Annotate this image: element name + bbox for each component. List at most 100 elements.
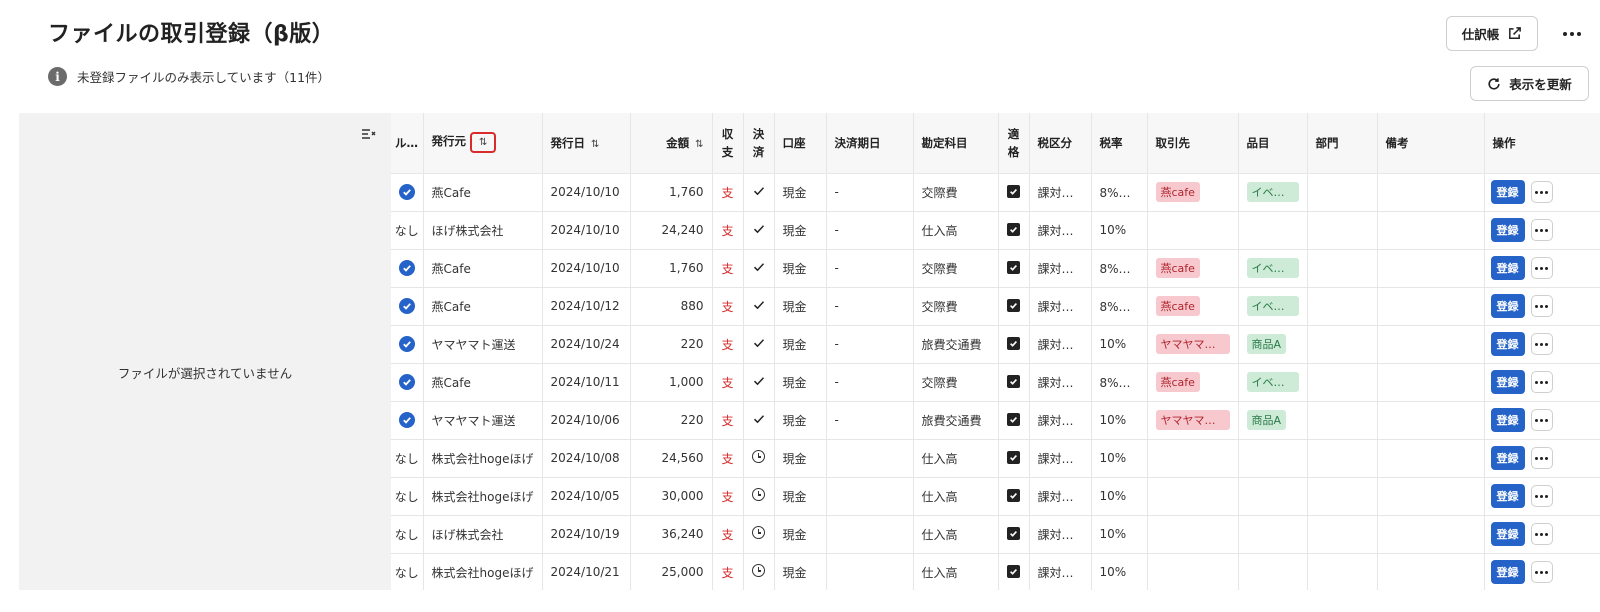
account-cell[interactable]: 現金 bbox=[774, 211, 827, 250]
table-row[interactable]: なし ほげ株式会社 2024/10/10 24,240 支現金 - 仕入高 課対仕… 10% 登録 bbox=[391, 211, 1600, 250]
amount-cell[interactable]: 880 bbox=[630, 287, 713, 326]
issuer-cell[interactable]: ヤマヤマト運送 bbox=[423, 401, 543, 440]
tax-category-cell[interactable]: 課対仕… bbox=[1029, 439, 1092, 478]
subject-cell[interactable]: 交際費 bbox=[913, 363, 999, 402]
row-more-button[interactable] bbox=[1530, 485, 1553, 507]
header-date[interactable]: 発行日 ⇅ bbox=[542, 113, 631, 174]
qualified-checkbox[interactable] bbox=[1007, 565, 1020, 578]
date-cell[interactable]: 2024/10/11 bbox=[542, 363, 631, 402]
memo-cell[interactable] bbox=[1377, 439, 1485, 478]
memo-cell[interactable] bbox=[1377, 401, 1485, 440]
row-more-button[interactable] bbox=[1530, 295, 1553, 317]
tax-rate-cell[interactable]: 8%（… bbox=[1091, 363, 1148, 402]
row-more-button[interactable] bbox=[1530, 333, 1553, 355]
partner-cell[interactable]: 燕cafe bbox=[1147, 363, 1239, 402]
date-cell[interactable]: 2024/10/10 bbox=[542, 173, 631, 212]
date-cell[interactable]: 2024/10/12 bbox=[542, 287, 631, 326]
due-date-cell[interactable]: - bbox=[826, 287, 914, 326]
item-cell[interactable]: 商品A bbox=[1238, 401, 1308, 440]
memo-cell[interactable] bbox=[1377, 249, 1485, 288]
qualified-checkbox[interactable] bbox=[1007, 527, 1020, 540]
account-cell[interactable]: 現金 bbox=[774, 477, 827, 516]
partner-cell[interactable] bbox=[1147, 211, 1239, 250]
tax-category-cell[interactable]: 課対仕… bbox=[1029, 477, 1092, 516]
row-more-button[interactable] bbox=[1530, 561, 1553, 583]
item-cell[interactable] bbox=[1238, 515, 1308, 554]
qualified-cell[interactable] bbox=[998, 515, 1030, 554]
account-cell[interactable]: 現金 bbox=[774, 173, 827, 212]
qualified-checkbox[interactable] bbox=[1007, 375, 1020, 388]
memo-cell[interactable] bbox=[1377, 211, 1485, 250]
issuer-cell[interactable]: 燕Cafe bbox=[423, 287, 543, 326]
partner-cell[interactable] bbox=[1147, 439, 1239, 478]
tax-category-cell[interactable]: 課対仕… bbox=[1029, 249, 1092, 288]
qualified-cell[interactable] bbox=[998, 477, 1030, 516]
amount-cell[interactable]: 220 bbox=[630, 401, 713, 440]
memo-cell[interactable] bbox=[1377, 325, 1485, 364]
memo-cell[interactable] bbox=[1377, 553, 1485, 590]
date-cell[interactable]: 2024/10/21 bbox=[542, 553, 631, 590]
tax-rate-cell[interactable]: 10% bbox=[1091, 401, 1148, 440]
department-cell[interactable] bbox=[1307, 477, 1378, 516]
partner-cell[interactable]: 燕cafe bbox=[1147, 287, 1239, 326]
subject-cell[interactable]: 交際費 bbox=[913, 249, 999, 288]
qualified-cell[interactable] bbox=[998, 363, 1030, 402]
tax-category-cell[interactable]: 課対仕… bbox=[1029, 287, 1092, 326]
item-cell[interactable]: イベン… bbox=[1238, 363, 1308, 402]
department-cell[interactable] bbox=[1307, 287, 1378, 326]
subject-cell[interactable]: 仕入高 bbox=[913, 515, 999, 554]
qualified-cell[interactable] bbox=[998, 439, 1030, 478]
register-button[interactable]: 登録 bbox=[1490, 522, 1525, 546]
partner-cell[interactable]: ヤマヤマト… bbox=[1147, 401, 1239, 440]
header-rule[interactable]: ル… bbox=[391, 113, 424, 174]
item-cell[interactable] bbox=[1238, 439, 1308, 478]
date-cell[interactable]: 2024/10/19 bbox=[542, 515, 631, 554]
account-cell[interactable]: 現金 bbox=[774, 439, 827, 478]
table-row[interactable]: ヤマヤマト運送 2024/10/24 220 支現金 - 旅費交通費 課対仕… 10% ヤマヤマ… bbox=[391, 325, 1600, 364]
department-cell[interactable] bbox=[1307, 325, 1378, 364]
tax-category-cell[interactable]: 課対仕… bbox=[1029, 553, 1092, 590]
register-button[interactable]: 登録 bbox=[1490, 560, 1525, 584]
table-row[interactable]: なし 株式会社hogeほげ 2024/10/21 25,000 支現金 仕入高 課対仕… 10… bbox=[391, 553, 1600, 590]
due-date-cell[interactable]: - bbox=[826, 173, 914, 212]
issuer-cell[interactable]: ヤマヤマト運送 bbox=[423, 325, 543, 364]
memo-cell[interactable] bbox=[1377, 173, 1485, 212]
amount-cell[interactable]: 24,240 bbox=[630, 211, 713, 250]
qualified-checkbox[interactable] bbox=[1007, 413, 1020, 426]
qualified-checkbox[interactable] bbox=[1007, 299, 1020, 312]
subject-cell[interactable]: 交際費 bbox=[913, 287, 999, 326]
amount-cell[interactable]: 36,240 bbox=[630, 515, 713, 554]
row-more-button[interactable] bbox=[1530, 257, 1553, 279]
subject-cell[interactable]: 仕入高 bbox=[913, 439, 999, 478]
item-cell[interactable] bbox=[1238, 211, 1308, 250]
date-cell[interactable]: 2024/10/05 bbox=[542, 477, 631, 516]
date-cell[interactable]: 2024/10/10 bbox=[542, 211, 631, 250]
issuer-cell[interactable]: 株式会社hogeほげ bbox=[423, 439, 543, 478]
item-cell[interactable]: イベン… bbox=[1238, 287, 1308, 326]
partner-cell[interactable] bbox=[1147, 515, 1239, 554]
qualified-checkbox[interactable] bbox=[1007, 261, 1020, 274]
collapse-pane-icon[interactable] bbox=[362, 128, 376, 140]
date-cell[interactable]: 2024/10/10 bbox=[542, 249, 631, 288]
row-more-button[interactable] bbox=[1530, 219, 1553, 241]
tax-rate-cell[interactable]: 10% bbox=[1091, 211, 1148, 250]
header-issuer[interactable]: 発行元 ⇅ bbox=[423, 113, 543, 174]
qualified-cell[interactable] bbox=[998, 211, 1030, 250]
qualified-cell[interactable] bbox=[998, 173, 1030, 212]
tax-rate-cell[interactable]: 10% bbox=[1091, 477, 1148, 516]
tax-category-cell[interactable]: 課対仕… bbox=[1029, 401, 1092, 440]
amount-cell[interactable]: 25,000 bbox=[630, 553, 713, 590]
issuer-cell[interactable]: 株式会社hogeほげ bbox=[423, 553, 543, 590]
table-row[interactable]: 燕Cafe 2024/10/10 1,760 支現金 - 交際費 課対仕… 8%（… 燕cafe… bbox=[391, 249, 1600, 288]
register-button[interactable]: 登録 bbox=[1490, 256, 1525, 280]
due-date-cell[interactable]: - bbox=[826, 211, 914, 250]
register-button[interactable]: 登録 bbox=[1490, 294, 1525, 318]
tax-rate-cell[interactable]: 10% bbox=[1091, 439, 1148, 478]
account-cell[interactable]: 現金 bbox=[774, 249, 827, 288]
issuer-cell[interactable]: ほげ株式会社 bbox=[423, 211, 543, 250]
tax-category-cell[interactable]: 課対仕… bbox=[1029, 211, 1092, 250]
sort-icon[interactable]: ⇅ bbox=[695, 139, 703, 150]
row-more-button[interactable] bbox=[1530, 371, 1553, 393]
due-date-cell[interactable]: - bbox=[826, 249, 914, 288]
department-cell[interactable] bbox=[1307, 173, 1378, 212]
